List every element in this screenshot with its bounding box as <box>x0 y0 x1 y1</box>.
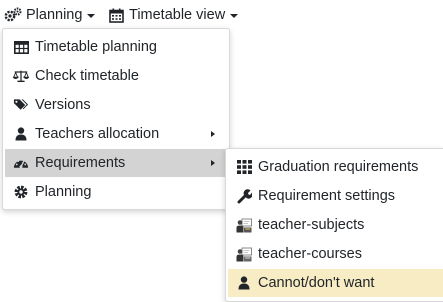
menu-item-label: Teachers allocation <box>35 126 160 142</box>
caret-right-icon <box>211 160 215 166</box>
top-menu-bar: Planning Timetable view <box>0 0 443 30</box>
submenu-item-teacher-courses[interactable]: teacher-courses <box>228 240 443 268</box>
teacher-subjects-icon <box>236 217 252 233</box>
menu-item-label: Check timetable <box>35 68 139 84</box>
user-icon <box>13 126 29 142</box>
balance-scale-icon <box>13 68 29 84</box>
cog-icon <box>13 184 29 200</box>
menu-item-requirements[interactable]: Requirements <box>5 149 227 177</box>
submenu-item-label: Graduation requirements <box>258 159 419 175</box>
submenu-item-label: teacher-courses <box>258 246 362 262</box>
menu-item-label: Versions <box>35 97 91 113</box>
caret-down-icon <box>230 14 239 18</box>
teacher-courses-icon <box>236 246 252 262</box>
menu-item-check-timetable[interactable]: Check timetable <box>5 62 227 90</box>
menu-item-planning[interactable]: Planning <box>5 178 227 206</box>
submenu-item-graduation-requirements[interactable]: Graduation requirements <box>228 153 443 181</box>
timetable-view-label: Timetable view <box>129 7 226 23</box>
menu-item-label: Timetable planning <box>35 39 157 55</box>
menu-item-timetable-planning[interactable]: Timetable planning <box>5 33 227 61</box>
cogs-icon <box>4 6 22 24</box>
menu-item-versions[interactable]: Versions <box>5 91 227 119</box>
submenu-item-label: Requirement settings <box>258 188 396 204</box>
menu-item-label: Requirements <box>35 155 126 171</box>
user-icon <box>236 275 252 291</box>
caret-right-icon <box>211 131 215 137</box>
menu-item-teachers-allocation[interactable]: Teachers allocation <box>5 120 227 148</box>
wrench-icon <box>236 188 252 204</box>
submenu-item-teacher-subjects[interactable]: teacher-subjects <box>228 211 443 239</box>
planning-dropdown-toggle[interactable]: Planning <box>4 0 96 30</box>
caret-down-icon <box>87 14 96 18</box>
submenu-item-label: teacher-subjects <box>258 217 365 233</box>
grid-icon <box>236 159 252 175</box>
submenu-item-label: Cannot/don't want <box>258 275 375 291</box>
requirements-submenu: Graduation requirements Requirement sett… <box>225 148 443 302</box>
submenu-item-cannot-dont-want[interactable]: Cannot/don't want <box>228 269 443 297</box>
submenu-item-requirement-settings[interactable]: Requirement settings <box>228 182 443 210</box>
table-icon <box>13 39 29 55</box>
menu-item-label: Planning <box>35 184 92 200</box>
timetable-view-dropdown-toggle[interactable]: Timetable view <box>107 0 239 30</box>
tachometer-icon <box>13 155 29 171</box>
calendar-icon <box>107 6 125 24</box>
planning-label: Planning <box>26 7 83 23</box>
tags-icon <box>13 97 29 113</box>
planning-dropdown-menu: Timetable planning Check timetable Versi… <box>2 28 230 210</box>
